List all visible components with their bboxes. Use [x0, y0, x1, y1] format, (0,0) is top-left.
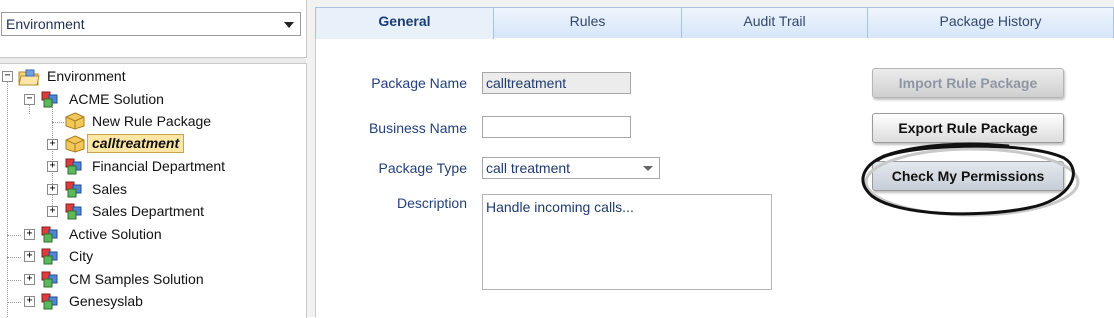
- tree-node-root[interactable]: − Environment: [0, 66, 300, 86]
- cubes-icon: [40, 225, 60, 243]
- cubes-icon: [40, 292, 60, 310]
- folder-icon: [18, 68, 40, 86]
- environment-dropdown[interactable]: Environment: [1, 12, 301, 36]
- package-box-icon: [64, 135, 85, 153]
- cubes-icon: [64, 157, 84, 175]
- tree-node-solution[interactable]: + CM Samples Solution: [0, 269, 300, 289]
- expand-icon[interactable]: +: [47, 206, 58, 217]
- tree-node-department[interactable]: + Financial Department: [0, 156, 300, 176]
- description-label: Description: [396, 195, 467, 211]
- check-my-permissions-button[interactable]: Check My Permissions: [872, 161, 1064, 191]
- package-type-select[interactable]: call treatment: [482, 157, 660, 179]
- cubes-icon: [40, 270, 60, 288]
- tree-node-acme-solution[interactable]: − ACME Solution: [0, 89, 300, 109]
- tab-general[interactable]: General: [315, 7, 494, 39]
- tree-node-label: City: [69, 248, 94, 264]
- cubes-icon: [40, 90, 60, 108]
- tree-node-label: calltreatment: [87, 134, 185, 153]
- tree-node-department[interactable]: + Sales Department: [0, 201, 300, 221]
- tab-bar: General Rules Audit Trail Package Histor…: [315, 7, 1114, 39]
- tab-rules[interactable]: Rules: [493, 7, 682, 38]
- import-rule-package-button[interactable]: Import Rule Package: [872, 68, 1064, 98]
- business-name-label: Business Name: [368, 120, 467, 136]
- collapse-icon[interactable]: −: [2, 71, 13, 82]
- tree-node-label: Sales: [92, 181, 128, 197]
- tree-node-label: New Rule Package: [92, 113, 212, 129]
- tab-package-history[interactable]: Package History: [867, 7, 1114, 38]
- environment-selector-area: Environment: [0, 0, 307, 58]
- tree-node-package[interactable]: New Rule Package: [0, 111, 300, 131]
- solution-tree: − Environment − ACME Solution New Rule P…: [0, 63, 307, 318]
- expand-icon[interactable]: +: [47, 184, 58, 195]
- expand-icon[interactable]: +: [24, 229, 35, 240]
- tree-node-solution[interactable]: + City: [0, 246, 300, 266]
- export-rule-package-button[interactable]: Export Rule Package: [872, 113, 1064, 143]
- package-name-field[interactable]: calltreatment: [482, 72, 631, 94]
- expand-icon[interactable]: +: [24, 274, 35, 285]
- environment-dropdown-value: Environment: [6, 16, 85, 32]
- tree-node-solution[interactable]: + Genesyslab: [0, 291, 300, 311]
- cubes-icon: [40, 247, 60, 265]
- package-box-icon: [64, 112, 85, 130]
- tree-node-department[interactable]: + Sales: [0, 179, 300, 199]
- chevron-down-icon[interactable]: [643, 166, 653, 171]
- expand-icon[interactable]: +: [24, 296, 35, 307]
- package-name-label: Package Name: [371, 75, 467, 91]
- chevron-down-icon[interactable]: [284, 22, 294, 28]
- expand-icon[interactable]: +: [24, 251, 35, 262]
- expand-icon[interactable]: +: [47, 161, 58, 172]
- cubes-icon: [64, 180, 84, 198]
- tab-audit-trail[interactable]: Audit Trail: [681, 7, 868, 38]
- collapse-icon[interactable]: −: [24, 94, 35, 105]
- expand-icon[interactable]: +: [47, 139, 58, 150]
- tree-node-label: CM Samples Solution: [69, 271, 204, 287]
- tree-node-label: Financial Department: [92, 158, 226, 174]
- tree-node-package-selected[interactable]: + calltreatment: [0, 134, 300, 154]
- tree-node-label: Sales Department: [92, 203, 205, 219]
- business-name-field[interactable]: [482, 116, 631, 138]
- package-type-value: call treatment: [486, 160, 571, 176]
- description-textarea[interactable]: Handle incoming calls...: [482, 194, 772, 290]
- tree-node-label: ACME Solution: [69, 91, 164, 107]
- tree-node-label: Genesyslab: [69, 293, 143, 309]
- tree-node-label: Active Solution: [69, 226, 162, 242]
- cubes-icon: [64, 202, 84, 220]
- tree-node-label: Environment: [47, 68, 126, 84]
- tree-node-solution[interactable]: + Active Solution: [0, 224, 300, 244]
- package-type-label: Package Type: [378, 160, 467, 176]
